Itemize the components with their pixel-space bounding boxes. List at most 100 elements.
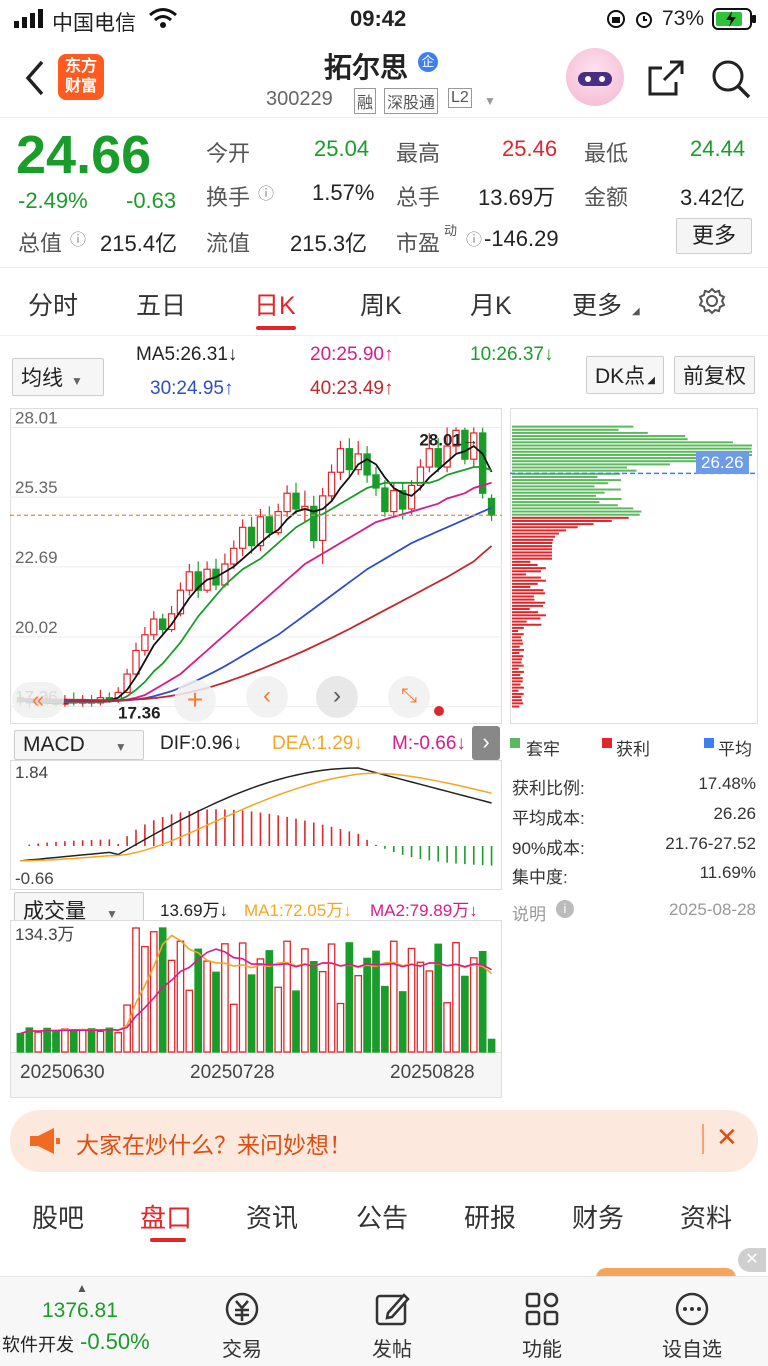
chip-bar [512,532,559,535]
tab-daily-k[interactable]: 日K [254,286,296,322]
candle-body [434,448,442,468]
chip-bar [512,564,538,566]
open-label: 今开 [206,141,251,166]
ma-select[interactable]: 均线 ▼ [12,358,104,396]
assistant-avatar-icon[interactable] [566,48,624,106]
candle-body [345,448,354,471]
post-label: 发帖 [372,1339,412,1361]
change-percent: -2.49% [18,188,88,213]
tab-underline [256,326,296,330]
sector-index[interactable]: ▲ 1376.81 软件开发 -0.50% [0,1277,170,1366]
quote-panel: 24.66 -2.49% -0.63 总值 ⓘ 215.4亿 今开 25.04 … [0,118,768,268]
chip-bar [512,479,622,482]
ask-banner[interactable]: 大家在炒什么？来问妙想！ ✕ [10,1110,758,1172]
candle-body [265,516,274,534]
close-icon[interactable]: ✕ [716,1122,738,1153]
amount-label: 金额 [584,185,629,210]
dea-label: DEA:1.29↓ [272,733,363,754]
dk-point-button[interactable]: DK点 ◢ [586,356,664,394]
chip-bar [512,661,522,664]
dk-label: DK点 [595,365,646,388]
chip-note-label[interactable]: 说明 [512,900,546,925]
macd-select[interactable]: MACD ▼ [14,730,144,760]
adjust-button[interactable]: 前复权 [674,356,755,394]
volume-bar [185,989,194,1053]
search-icon[interactable] [710,58,752,105]
info-icon[interactable]: i [556,900,574,918]
chevron-down-icon[interactable]: ▼ [484,94,496,108]
post-button[interactable]: 发帖 [332,1277,452,1366]
trade-button[interactable]: 交易 [182,1277,302,1366]
pan-right-icon[interactable]: › [316,676,358,718]
app-logo[interactable]: 东方 财富 [58,54,104,100]
settings-gear-icon[interactable] [696,286,728,323]
chip-bar [512,485,595,488]
more-button[interactable]: 更多 [676,218,752,254]
chip-bar [512,614,546,617]
back-icon[interactable] [22,58,46,103]
tab-monthly-k[interactable]: 月K [470,286,512,322]
volume-bar [452,942,460,1053]
add-watchlist-button[interactable]: 设自选 [632,1277,752,1366]
functions-button[interactable]: 功能 [482,1277,602,1366]
tab-intraday[interactable]: 分时 [28,286,78,322]
candle-body [292,492,300,510]
caret-up-icon: ▲ [76,1281,88,1295]
volume-bar [141,945,149,1053]
chip-bar [512,626,524,629]
collapse-panel-icon[interactable]: › [472,726,500,760]
dismiss-icon[interactable]: ✕ [738,1248,766,1272]
tab-five-day[interactable]: 五日 [136,286,186,322]
volume-bar [61,1028,69,1053]
tab-research[interactable]: 研报 [464,1198,516,1235]
tab-finance[interactable]: 财务 [572,1198,624,1235]
chevron-down-icon: ▼ [114,740,127,754]
volume-chart[interactable]: 134.3万 20250630 20250728 20250828 [10,920,502,1098]
x-tick-label: 20250728 [190,1062,275,1083]
pe-info-icon[interactable]: ⓘ [466,226,482,250]
low-label: 最低 [584,141,629,166]
candle-body [318,495,327,542]
y-tick-label: 25.35 [15,478,58,497]
pe-sup: 动 [444,223,458,238]
chip-bar [512,541,553,544]
macd-chart[interactable]: 1.84 -0.66 [10,760,502,890]
banner-text: 大家在炒什么？来问妙想！ [76,1132,352,1158]
volume-bar [389,940,398,1053]
tab-news[interactable]: 资讯 [246,1198,298,1235]
candle-body [150,618,158,636]
chip-bar [512,680,523,683]
chip-bar [512,648,524,651]
kline-chart[interactable]: 28.0125.3522.6920.0217.3628.01→17.36 [10,408,502,724]
tab-profile[interactable]: 资料 [680,1198,732,1235]
legend-average: 平均 [718,740,752,759]
macd-select-label: MACD [23,733,85,756]
chip-bar [512,579,546,582]
chip-bar [512,513,640,516]
chip-bar [512,582,538,585]
wifi-icon [148,7,178,35]
tab-announcements[interactable]: 公告 [356,1198,408,1235]
stock-code: 300229 [266,88,333,110]
volume-bar [327,943,336,1053]
share-icon[interactable] [646,58,686,103]
chip-bar [512,586,531,589]
tab-forum[interactable]: 股吧 [32,1198,84,1235]
chip-bar [512,667,519,670]
volume-bar [114,1032,123,1053]
chip-bar [512,497,622,500]
chip-bar [512,466,627,469]
rewind-icon[interactable]: « [12,682,64,718]
chip-row-label: 集中度: [512,868,568,887]
pan-left-icon[interactable]: ‹ [246,676,288,718]
volume-bar [425,970,434,1053]
turnover-info-icon[interactable]: ⓘ [258,180,274,204]
tab-order-book[interactable]: 盘口 [140,1198,192,1235]
info-icon[interactable]: ⓘ [70,226,86,250]
tab-weekly-k[interactable]: 周K [360,286,402,322]
chip-bar [512,504,618,507]
legend-profit-swatch [602,738,612,748]
zoom-in-icon[interactable]: + [174,680,216,722]
fullscreen-icon[interactable]: ⤡ [388,676,430,718]
tab-more[interactable]: 更多 [572,286,622,322]
